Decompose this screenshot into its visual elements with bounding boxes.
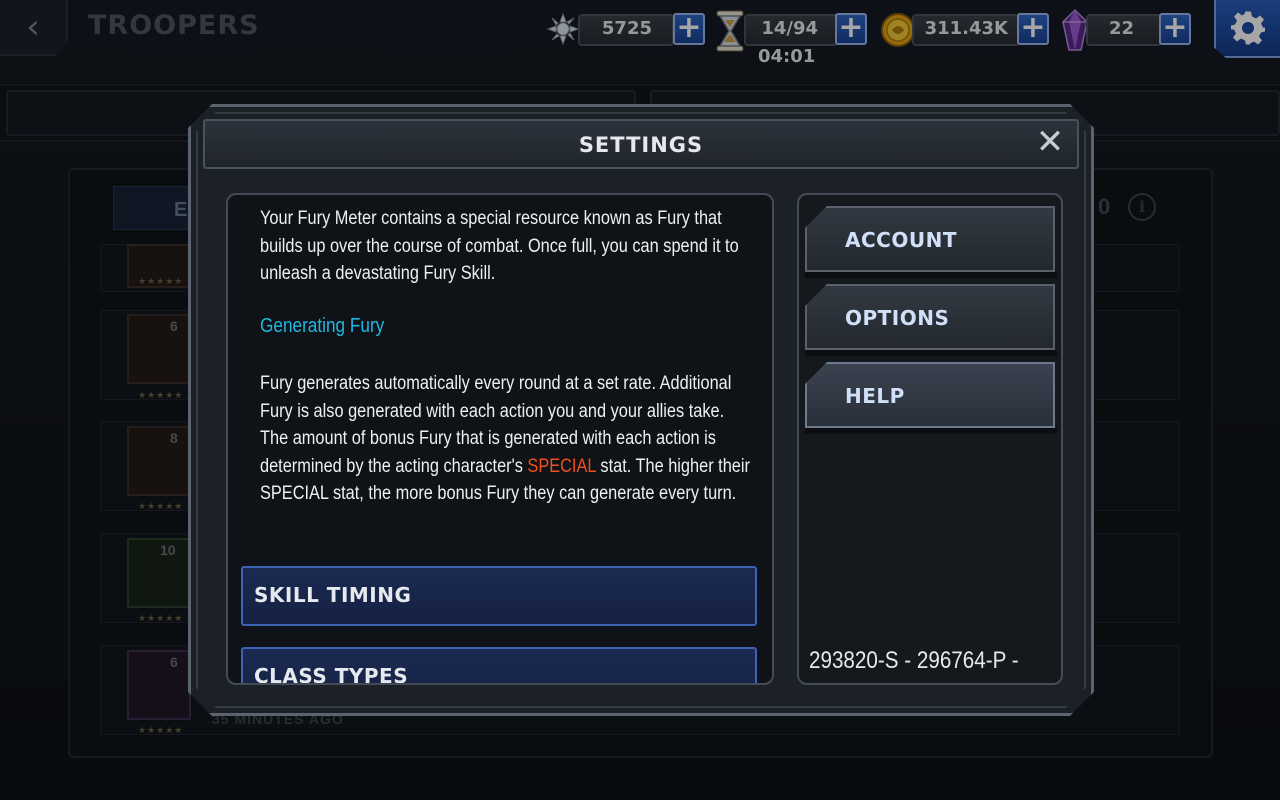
nav-help-button[interactable]: HELP (805, 362, 1055, 428)
settings-button[interactable] (1214, 0, 1280, 58)
crystals-value: 22 (1108, 18, 1134, 39)
energy-value: 14/94 (761, 18, 818, 39)
star-rating: ★★★★★ (138, 390, 184, 400)
character-portrait (127, 538, 191, 608)
character-portrait (127, 314, 191, 384)
gold-value: 311.43K (924, 18, 1008, 39)
sort-value: 0 (1098, 194, 1111, 219)
energy-timer: 04:01 (758, 46, 816, 67)
gold-coin-icon (880, 12, 916, 48)
divider (805, 428, 1057, 434)
settings-nav-panel: ACCOUNT OPTIONS HELP 293820-S - 296764-P… (797, 193, 1063, 685)
generating-fury-text: Fury generates automatically every round… (260, 370, 750, 508)
modal-header: SETTINGS (203, 119, 1079, 169)
add-crystals-button[interactable]: + (1159, 13, 1191, 45)
generating-fury-heading: Generating Fury (260, 315, 385, 337)
section-label: CLASS TYPES (254, 664, 409, 683)
chevron-left-icon: ‹ (26, 7, 40, 47)
star-rating: ★★★★★ (138, 276, 184, 286)
special-stat-highlight: SPECIAL (527, 455, 596, 477)
help-scroll-area[interactable]: Your Fury Meter contains a special resou… (228, 195, 772, 683)
character-level: 6 (170, 654, 178, 670)
nav-label: ACCOUNT (845, 228, 957, 252)
hourglass-icon (714, 10, 746, 52)
settings-modal: SETTINGS ✕ Your Fury Meter contains a sp… (188, 104, 1094, 716)
section-label: SKILL TIMING (254, 583, 412, 607)
nav-account-button[interactable]: ACCOUNT (805, 206, 1055, 272)
add-alliance-points-button[interactable]: + (673, 13, 705, 45)
character-level: 6 (170, 318, 178, 334)
build-id: 293820-S - 296764-P - (809, 647, 1019, 674)
character-portrait (127, 426, 191, 496)
gear-icon (1231, 11, 1265, 45)
character-portrait (127, 650, 191, 720)
nav-options-button[interactable]: OPTIONS (805, 284, 1055, 350)
modal-title: SETTINGS (578, 133, 704, 157)
class-types-section-button[interactable]: CLASS TYPES (241, 647, 757, 683)
add-energy-button[interactable]: + (835, 13, 867, 45)
info-icon[interactable]: i (1128, 193, 1156, 221)
character-level: 8 (170, 430, 178, 446)
divider (805, 272, 1057, 278)
alliance-points-value: 5725 (601, 18, 652, 39)
add-gold-button[interactable]: + (1017, 13, 1049, 45)
nav-label: HELP (845, 384, 905, 408)
star-rating: ★★★★★ (138, 501, 184, 511)
back-button[interactable]: ‹ (0, 0, 68, 56)
star-rating: ★★★★★ (138, 613, 184, 623)
close-icon: ✕ (1035, 122, 1065, 162)
screen-title: TROOPERS (88, 10, 260, 41)
nav-label: OPTIONS (845, 306, 950, 330)
alliance-points-icon (546, 12, 580, 46)
star-rating: ★★★★★ (138, 725, 184, 735)
help-content-panel[interactable]: Your Fury Meter contains a special resou… (226, 193, 774, 685)
close-button[interactable]: ✕ (1034, 127, 1066, 159)
character-level: 10 (160, 542, 176, 558)
fury-intro-text: Your Fury Meter contains a special resou… (260, 208, 739, 284)
divider (805, 350, 1057, 356)
skill-timing-section-button[interactable]: SKILL TIMING (241, 566, 757, 626)
